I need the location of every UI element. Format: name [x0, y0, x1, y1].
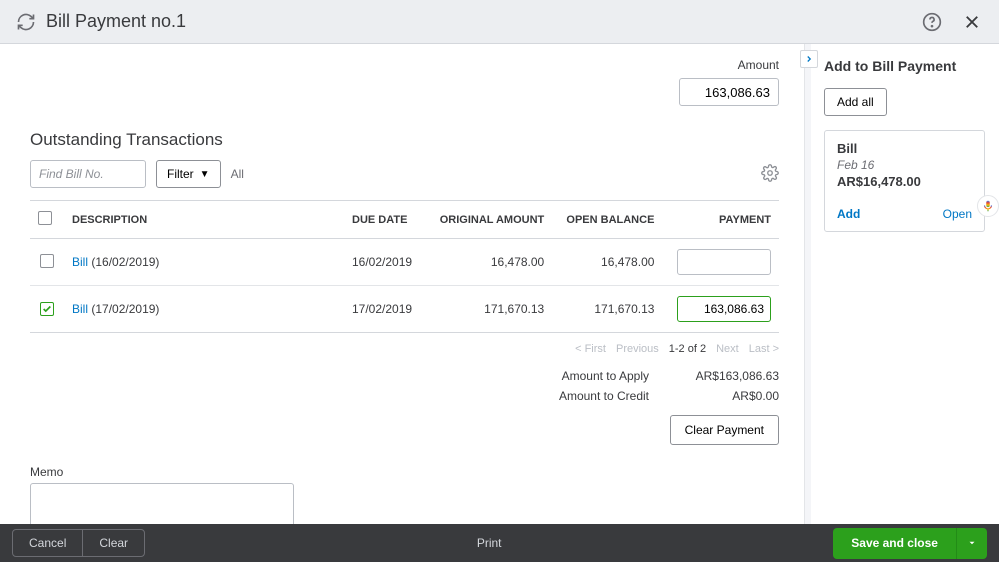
amount-credit-label: Amount to Credit: [539, 389, 649, 403]
row-checkbox[interactable]: [40, 302, 54, 316]
clear-button[interactable]: Clear: [82, 530, 144, 556]
col-payment: PAYMENT: [662, 201, 779, 239]
amount-credit-value: AR$0.00: [669, 389, 779, 403]
caret-down-icon: ▼: [200, 169, 210, 180]
col-open-balance: OPEN BALANCE: [552, 201, 662, 239]
page-last[interactable]: Last >: [749, 343, 779, 355]
amount-apply-label: Amount to Apply: [539, 369, 649, 383]
filter-button[interactable]: Filter ▼: [156, 160, 221, 188]
close-icon[interactable]: [961, 11, 983, 33]
section-title: Outstanding Transactions: [30, 130, 779, 150]
bill-card-type: Bill: [837, 141, 972, 156]
collapse-panel-icon[interactable]: [800, 50, 818, 68]
payment-input[interactable]: [677, 296, 771, 322]
filter-all-label: All: [231, 167, 244, 181]
row-checkbox[interactable]: [40, 254, 54, 268]
save-dropdown-toggle[interactable]: [956, 528, 987, 559]
memo-label: Memo: [30, 465, 779, 479]
table-row: Bill (17/02/2019) 17/02/2019 171,670.13 …: [30, 286, 779, 333]
bill-card-add[interactable]: Add: [837, 207, 860, 221]
page-range: 1-2 of 2: [669, 343, 706, 355]
main-content: Amount Outstanding Transactions Filter ▼…: [0, 44, 809, 524]
transactions-table: DESCRIPTION DUE DATE ORIGINAL AMOUNT OPE…: [30, 200, 779, 333]
cell-open-balance: 16,478.00: [552, 239, 662, 286]
help-icon[interactable]: [921, 11, 943, 33]
bill-date-text: (17/02/2019): [91, 302, 159, 316]
cell-original-amount: 16,478.00: [425, 239, 553, 286]
bill-card-amount: AR$16,478.00: [837, 174, 972, 189]
bill-card-date: Feb 16: [837, 158, 972, 172]
bill-link[interactable]: Bill: [72, 302, 88, 316]
recurring-icon[interactable]: [16, 12, 36, 32]
page-previous[interactable]: Previous: [616, 343, 659, 355]
filter-label: Filter: [167, 167, 194, 181]
amount-apply-value: AR$163,086.63: [669, 369, 779, 383]
page-title: Bill Payment no.1: [46, 11, 186, 32]
cell-due-date: 17/02/2019: [344, 286, 425, 333]
table-row: Bill (16/02/2019) 16/02/2019 16,478.00 1…: [30, 239, 779, 286]
bill-card-open[interactable]: Open: [943, 207, 972, 221]
col-original-amount: ORIGINAL AMOUNT: [425, 201, 553, 239]
memo-textarea[interactable]: [30, 483, 294, 524]
col-due-date: DUE DATE: [344, 201, 425, 239]
sidebar-title: Add to Bill Payment: [824, 58, 985, 74]
find-bill-input[interactable]: [30, 160, 146, 188]
page-first[interactable]: < First: [575, 343, 606, 355]
amount-input[interactable]: [679, 78, 779, 106]
print-link[interactable]: Print: [477, 536, 502, 550]
select-all-checkbox[interactable]: [38, 211, 52, 225]
pagination: < First Previous 1-2 of 2 Next Last >: [30, 343, 779, 355]
footer: Cancel Clear Print Save and close: [0, 524, 999, 562]
cell-due-date: 16/02/2019: [344, 239, 425, 286]
col-description: DESCRIPTION: [64, 201, 344, 239]
bill-date-text: (16/02/2019): [91, 255, 159, 269]
bill-card: Bill Feb 16 AR$16,478.00 Add Open: [824, 130, 985, 232]
amount-label: Amount: [679, 58, 779, 72]
cancel-button[interactable]: Cancel: [13, 530, 82, 556]
bill-link[interactable]: Bill: [72, 255, 88, 269]
header: Bill Payment no.1: [0, 0, 999, 44]
payment-input[interactable]: [677, 249, 771, 275]
page-next[interactable]: Next: [716, 343, 739, 355]
cell-open-balance: 171,670.13: [552, 286, 662, 333]
table-settings-icon[interactable]: [761, 164, 779, 185]
cell-original-amount: 171,670.13: [425, 286, 553, 333]
add-all-button[interactable]: Add all: [824, 88, 887, 116]
voice-icon[interactable]: [977, 195, 999, 217]
save-and-close-button[interactable]: Save and close: [833, 528, 956, 559]
side-panel: Add to Bill Payment Add all Bill Feb 16 …: [809, 44, 999, 524]
clear-payment-button[interactable]: Clear Payment: [670, 415, 779, 445]
